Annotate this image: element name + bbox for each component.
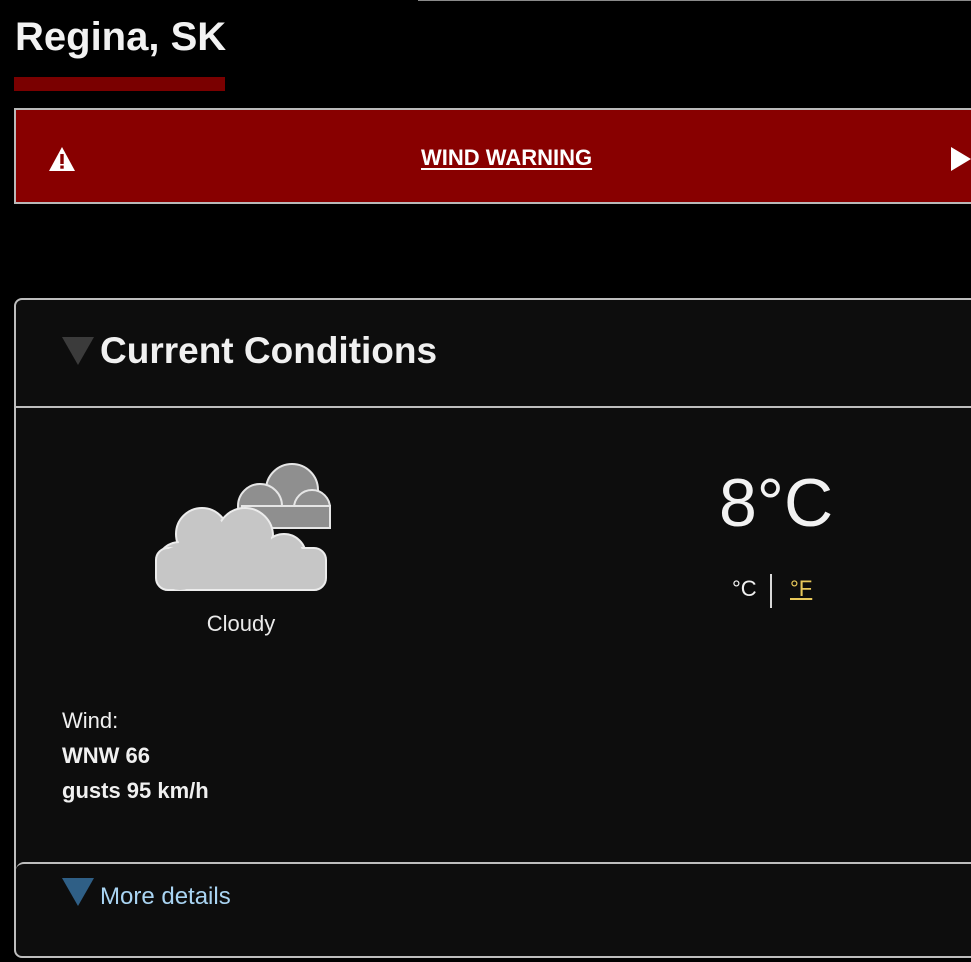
- top-divider: [418, 0, 971, 1]
- wind-direction-speed: WNW 66: [62, 743, 150, 768]
- wind-warning-banner[interactable]: WIND WARNING: [14, 108, 971, 204]
- more-details-toggle[interactable]: More details: [16, 862, 971, 962]
- collapse-triangle-icon[interactable]: [62, 337, 94, 365]
- current-conditions-panel: Current Conditions Cloudy 8°C °C °F Wind…: [14, 298, 971, 958]
- wind-label: Wind:: [62, 708, 119, 733]
- celsius-unit: °C: [732, 576, 757, 601]
- cloudy-icon: [155, 463, 331, 591]
- fahrenheit-link[interactable]: °F: [790, 576, 812, 602]
- warning-triangle-icon: [49, 147, 75, 171]
- unit-divider: [770, 574, 772, 608]
- wind-gusts: gusts 95 km/h: [62, 778, 209, 803]
- section-title: Current Conditions: [100, 330, 438, 371]
- page-title: Regina, SK: [15, 15, 227, 59]
- wind-info: Wind: WNW 66 gusts 95 km/h: [62, 703, 209, 808]
- play-arrow-icon[interactable]: [950, 146, 971, 172]
- expand-triangle-icon[interactable]: [62, 878, 94, 906]
- alert-link[interactable]: WIND WARNING: [421, 145, 592, 171]
- temperature-value: 8°C: [718, 465, 834, 541]
- title-underline: [14, 77, 225, 91]
- current-conditions-header[interactable]: Current Conditions: [16, 300, 971, 408]
- condition-label: Cloudy: [206, 611, 276, 636]
- more-details-link[interactable]: More details: [100, 883, 231, 911]
